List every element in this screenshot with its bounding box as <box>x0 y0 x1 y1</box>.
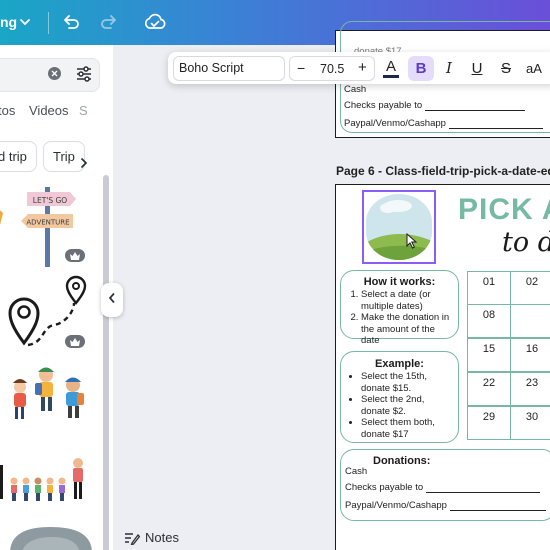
example-box[interactable]: Example: Select the 15th, donate $15. Se… <box>340 351 459 443</box>
cursor-icon <box>406 232 418 254</box>
element-tile[interactable] <box>8 525 94 550</box>
tab-photos[interactable]: tos <box>0 103 15 118</box>
page-title[interactable]: Page 6 - Class-field-trip-pick-a-date-ed… <box>336 164 550 178</box>
date-cell[interactable]: 01 <box>467 271 511 305</box>
donation-line-cash: Cash <box>344 84 367 95</box>
list-item: Select the 15th, donate $15. <box>361 371 454 394</box>
clear-search-icon[interactable] <box>48 67 61 85</box>
example-heading: Example: <box>375 358 424 370</box>
menu-label[interactable]: ng <box>0 14 17 30</box>
sign-text-lets-go: LET'S GO <box>33 196 68 205</box>
pick-a-date-title[interactable]: PICK A <box>458 193 550 227</box>
date-cell[interactable]: 30 <box>510 406 550 440</box>
chevron-left-icon <box>108 291 116 309</box>
letter-case-button[interactable]: aA <box>521 56 547 81</box>
date-cell[interactable]: 29 <box>467 406 511 440</box>
how-it-works-list: Select a date (or multiple dates) Make t… <box>347 289 454 347</box>
text-formatting-toolbar: Boho Script − 70.5 + A B I U S aA <box>168 52 550 84</box>
decrease-size-button[interactable]: − <box>297 60 305 76</box>
list-item: Select a date (or multiple dates) <box>361 289 454 312</box>
font-size-stepper[interactable]: − 70.5 + <box>289 56 375 81</box>
bold-button[interactable]: B <box>408 56 434 81</box>
donations-heading: Donations: <box>373 455 431 467</box>
elements-panel: tos Videos S d trip Trip LET'S GO ADVENT… <box>0 45 113 550</box>
donation-line-checks: Checks payable to <box>345 482 540 493</box>
donation-line-cash: Cash <box>345 466 368 477</box>
donation-line-paypal: Paypal/Venmo/Cashapp <box>345 500 546 511</box>
list-item: Select them both, donate $17 <box>361 417 454 440</box>
font-family-select[interactable]: Boho Script <box>173 56 285 81</box>
kids-hiking-element[interactable] <box>8 363 92 430</box>
example-list: Select the 15th, donate $15. Select the … <box>347 371 454 440</box>
sign-text-adventure: ADVENTURE <box>26 219 69 227</box>
how-it-works-box[interactable]: How it works: Select a date (or multiple… <box>340 270 459 346</box>
italic-button[interactable]: I <box>436 56 462 81</box>
notes-button[interactable]: Notes <box>145 530 179 545</box>
canva-editor: ng tos Videos S d trip Trip <box>0 0 550 550</box>
chevron-right-icon[interactable] <box>80 156 88 174</box>
donations-box[interactable]: Donations: Cash Checks payable to Paypal… <box>340 449 550 521</box>
chip-trip[interactable]: Trip <box>43 141 85 172</box>
panel-scrollbar[interactable] <box>103 175 109 550</box>
undo-icon[interactable] <box>61 12 81 37</box>
list-item: Make the donation in the amount of the d… <box>361 312 454 347</box>
donation-line-paypal: Paypal/Venmo/Cashapp <box>344 118 543 129</box>
date-cell[interactable]: 15 <box>467 338 511 372</box>
chevron-down-icon[interactable] <box>19 15 31 33</box>
color-swatch <box>383 75 399 78</box>
font-size-input[interactable]: 70.5 <box>320 62 344 76</box>
text-color-icon: A <box>385 58 396 75</box>
filter-settings-icon[interactable] <box>75 65 93 88</box>
donation-line-checks: Checks payable to <box>344 100 525 111</box>
to-date-subtitle[interactable]: to d <box>502 227 550 258</box>
tab-more[interactable]: S <box>79 103 88 118</box>
crown-icon <box>65 335 85 348</box>
element-tile[interactable] <box>0 207 4 236</box>
chip-road-trip[interactable]: d trip <box>0 141 37 172</box>
date-cell[interactable]: 02 <box>510 271 550 305</box>
how-it-works-heading: How it works: <box>363 276 436 288</box>
date-cell[interactable]: 08 <box>467 304 511 338</box>
date-cell[interactable]: 16 <box>510 338 550 372</box>
cloud-check-icon[interactable] <box>143 11 167 38</box>
date-cell[interactable]: 22 <box>467 372 511 406</box>
collapse-panel-button[interactable] <box>101 283 123 317</box>
strikethrough-button[interactable]: S <box>493 56 519 81</box>
divider <box>48 12 49 34</box>
text-color-button[interactable]: A <box>378 56 404 81</box>
crown-icon <box>65 249 85 262</box>
date-cell[interactable] <box>510 304 550 338</box>
increase-size-button[interactable]: + <box>358 59 367 76</box>
underline-button[interactable]: U <box>464 56 490 81</box>
date-cell[interactable]: 23 <box>510 372 550 406</box>
page-5[interactable]: donate $17 Cash Checks payable to Paypal… <box>335 21 550 138</box>
notes-icon[interactable] <box>124 531 141 550</box>
list-item: Select the 2nd, donate $2. <box>361 394 454 417</box>
tab-videos[interactable]: Videos <box>29 103 69 118</box>
kids-line-element[interactable] <box>0 453 90 510</box>
redo-icon[interactable] <box>99 12 119 37</box>
selected-image-frame[interactable] <box>362 190 436 264</box>
